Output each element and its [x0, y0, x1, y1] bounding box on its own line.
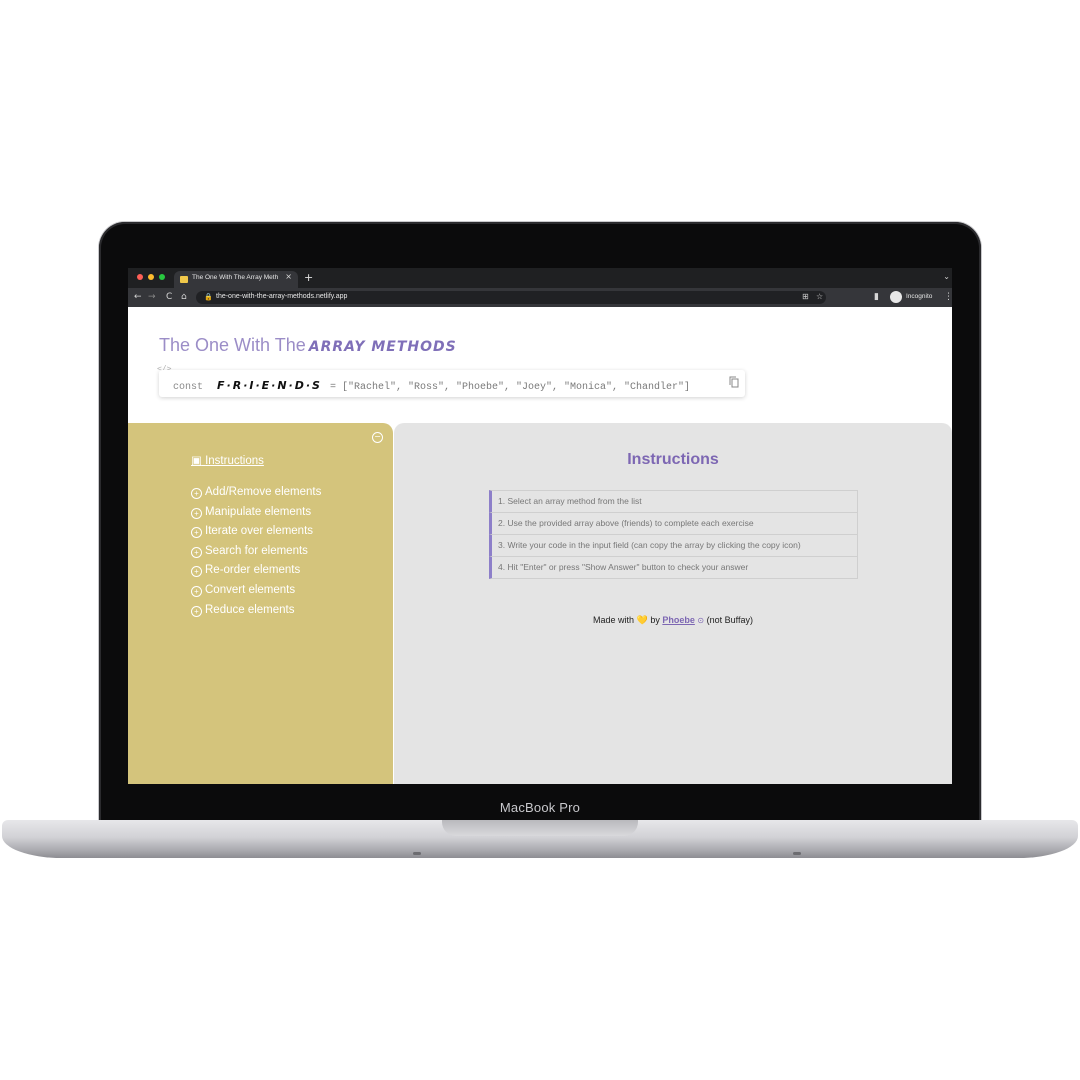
- browser-tab-bar: The One With The Array Meth × + ⌄: [128, 268, 952, 288]
- plus-circle-icon: +: [191, 605, 202, 617]
- tab-search-chevron-icon[interactable]: ⌄: [943, 272, 950, 281]
- instruction-text: 1. Select an array method from the list: [498, 496, 642, 506]
- sidebar-item-iterate[interactable]: + Iterate over elements: [191, 525, 321, 545]
- instruction-step: 3. Write your code in the input field (c…: [489, 534, 858, 557]
- sidebar-item-label: Manipulate elements: [205, 505, 312, 518]
- web-page: The One With The Array methods </> const …: [128, 307, 952, 784]
- sidebar-item-reduce[interactable]: + Reduce elements: [191, 604, 321, 624]
- side-panel-icon[interactable]: ▮: [874, 291, 879, 303]
- instruction-step: 1. Select an array method from the list: [489, 490, 858, 513]
- instruction-text: 2. Use the provided array above (friends…: [498, 518, 754, 528]
- plus-circle-icon: +: [191, 585, 202, 597]
- profile-label[interactable]: Incognito: [906, 293, 932, 300]
- maximize-window-dot[interactable]: [159, 274, 165, 280]
- sidebar-item-label: Search for elements: [205, 544, 308, 557]
- translate-icon[interactable]: ⊞: [802, 292, 809, 301]
- reload-icon[interactable]: C: [166, 291, 172, 303]
- collapse-sidebar-icon[interactable]: −: [372, 432, 383, 443]
- page-title: The One With The Array methods: [159, 335, 457, 356]
- footer-prefix: Made with: [593, 615, 635, 625]
- sidebar: − ▣ Instructions + Add/Remove elements + M…: [128, 423, 393, 784]
- favicon-icon: [180, 276, 188, 283]
- github-icon[interactable]: ⊙: [697, 616, 704, 625]
- plus-circle-icon: +: [191, 527, 202, 539]
- page-title-plain: The One With The: [159, 335, 306, 355]
- copy-icon[interactable]: [729, 376, 739, 388]
- instruction-step: 4. Hit "Enter" or press "Show Answer" bu…: [489, 556, 858, 579]
- made-with-footer: Made with 💛 by Phoebe ⊙ (not Buffay): [394, 615, 952, 626]
- code-line: const F·R·I·E·N·D·S = ["Rachel", "Ross", …: [173, 379, 690, 393]
- sidebar-item-label: Reduce elements: [205, 603, 295, 616]
- plus-circle-icon: +: [191, 546, 202, 558]
- menu-kebab-icon[interactable]: ⋮: [944, 291, 952, 303]
- instruction-step: 2. Use the provided array above (friends…: [489, 512, 858, 535]
- bookmark-star-icon[interactable]: ☆: [816, 292, 823, 301]
- tab-close-icon[interactable]: ×: [285, 272, 292, 281]
- browser-tab[interactable]: The One With The Array Meth ×: [174, 271, 298, 288]
- sidebar-item-label: Iterate over elements: [205, 525, 314, 538]
- clipboard-icon: ▣: [191, 455, 202, 467]
- sidebar-item-reorder[interactable]: + Re-order elements: [191, 564, 321, 584]
- new-tab-button[interactable]: +: [304, 271, 313, 284]
- sidebar-item-label: Add/Remove elements: [205, 486, 322, 498]
- minimize-window-dot[interactable]: [148, 274, 154, 280]
- sidebar-item-label: Re-order elements: [205, 564, 301, 577]
- instruction-text: 3. Write your code in the input field (c…: [498, 540, 801, 550]
- plus-circle-icon: +: [191, 566, 202, 578]
- plus-circle-icon: +: [191, 488, 202, 499]
- sidebar-heading-label: Instructions: [205, 455, 264, 467]
- laptop-foot: [793, 852, 801, 855]
- sidebar-item-convert[interactable]: + Convert elements: [191, 584, 321, 604]
- sidebar-item-instructions[interactable]: ▣ Instructions: [191, 453, 264, 467]
- sidebar-item-search[interactable]: + Search for elements: [191, 545, 321, 565]
- sidebar-item-label: Convert elements: [205, 583, 296, 596]
- forward-icon[interactable]: →: [148, 291, 156, 303]
- laptop-notch: [442, 820, 638, 836]
- url-text: the-one-with-the-array-methods.netlify.a…: [216, 293, 348, 300]
- plus-circle-icon: +: [191, 507, 202, 519]
- method-category-list: + Add/Remove elements + Manipulate element…: [191, 486, 321, 623]
- page-title-emphasis: Array methods: [308, 339, 457, 355]
- code-keyword: const: [173, 382, 204, 393]
- address-bar[interactable]: 🔒 the-one-with-the-array-methods.netlify…: [196, 291, 826, 304]
- lock-icon[interactable]: 🔒: [204, 293, 213, 301]
- main-panel: Instructions 1. Select an array method f…: [394, 423, 952, 784]
- instruction-text: 4. Hit "Enter" or press "Show Answer" bu…: [498, 562, 749, 572]
- main-heading: Instructions: [627, 451, 719, 468]
- footer-by: by: [650, 615, 660, 625]
- heart-icon: 💛: [636, 615, 648, 625]
- back-icon[interactable]: ←: [134, 291, 142, 303]
- author-link[interactable]: Phoebe: [662, 615, 695, 625]
- footer-suffix: (not Buffay): [706, 615, 753, 625]
- screen: The One With The Array Meth × + ⌄ ← → C …: [128, 268, 952, 784]
- device-label: MacBook Pro: [499, 800, 581, 815]
- laptop-foot: [413, 852, 421, 855]
- code-array-literal: = ["Rachel", "Ross", "Phoebe", "Joey", "…: [329, 382, 691, 393]
- sidebar-item-add-remove[interactable]: + Add/Remove elements: [191, 486, 321, 506]
- home-icon[interactable]: ⌂: [181, 291, 187, 303]
- close-window-dot[interactable]: [137, 274, 143, 280]
- instruction-list: 1. Select an array method from the list …: [489, 490, 858, 579]
- code-snippet-box: const F·R·I·E·N·D·S = ["Rachel", "Ross", …: [159, 370, 745, 397]
- tab-title: The One With The Array Meth: [192, 274, 279, 281]
- incognito-icon[interactable]: [890, 291, 902, 303]
- browser-toolbar: ← → C ⌂ 🔒 the-one-with-the-array-methods…: [128, 288, 952, 307]
- code-identifier: F·R·I·E·N·D·S: [217, 379, 322, 392]
- sidebar-item-manipulate[interactable]: + Manipulate elements: [191, 506, 321, 526]
